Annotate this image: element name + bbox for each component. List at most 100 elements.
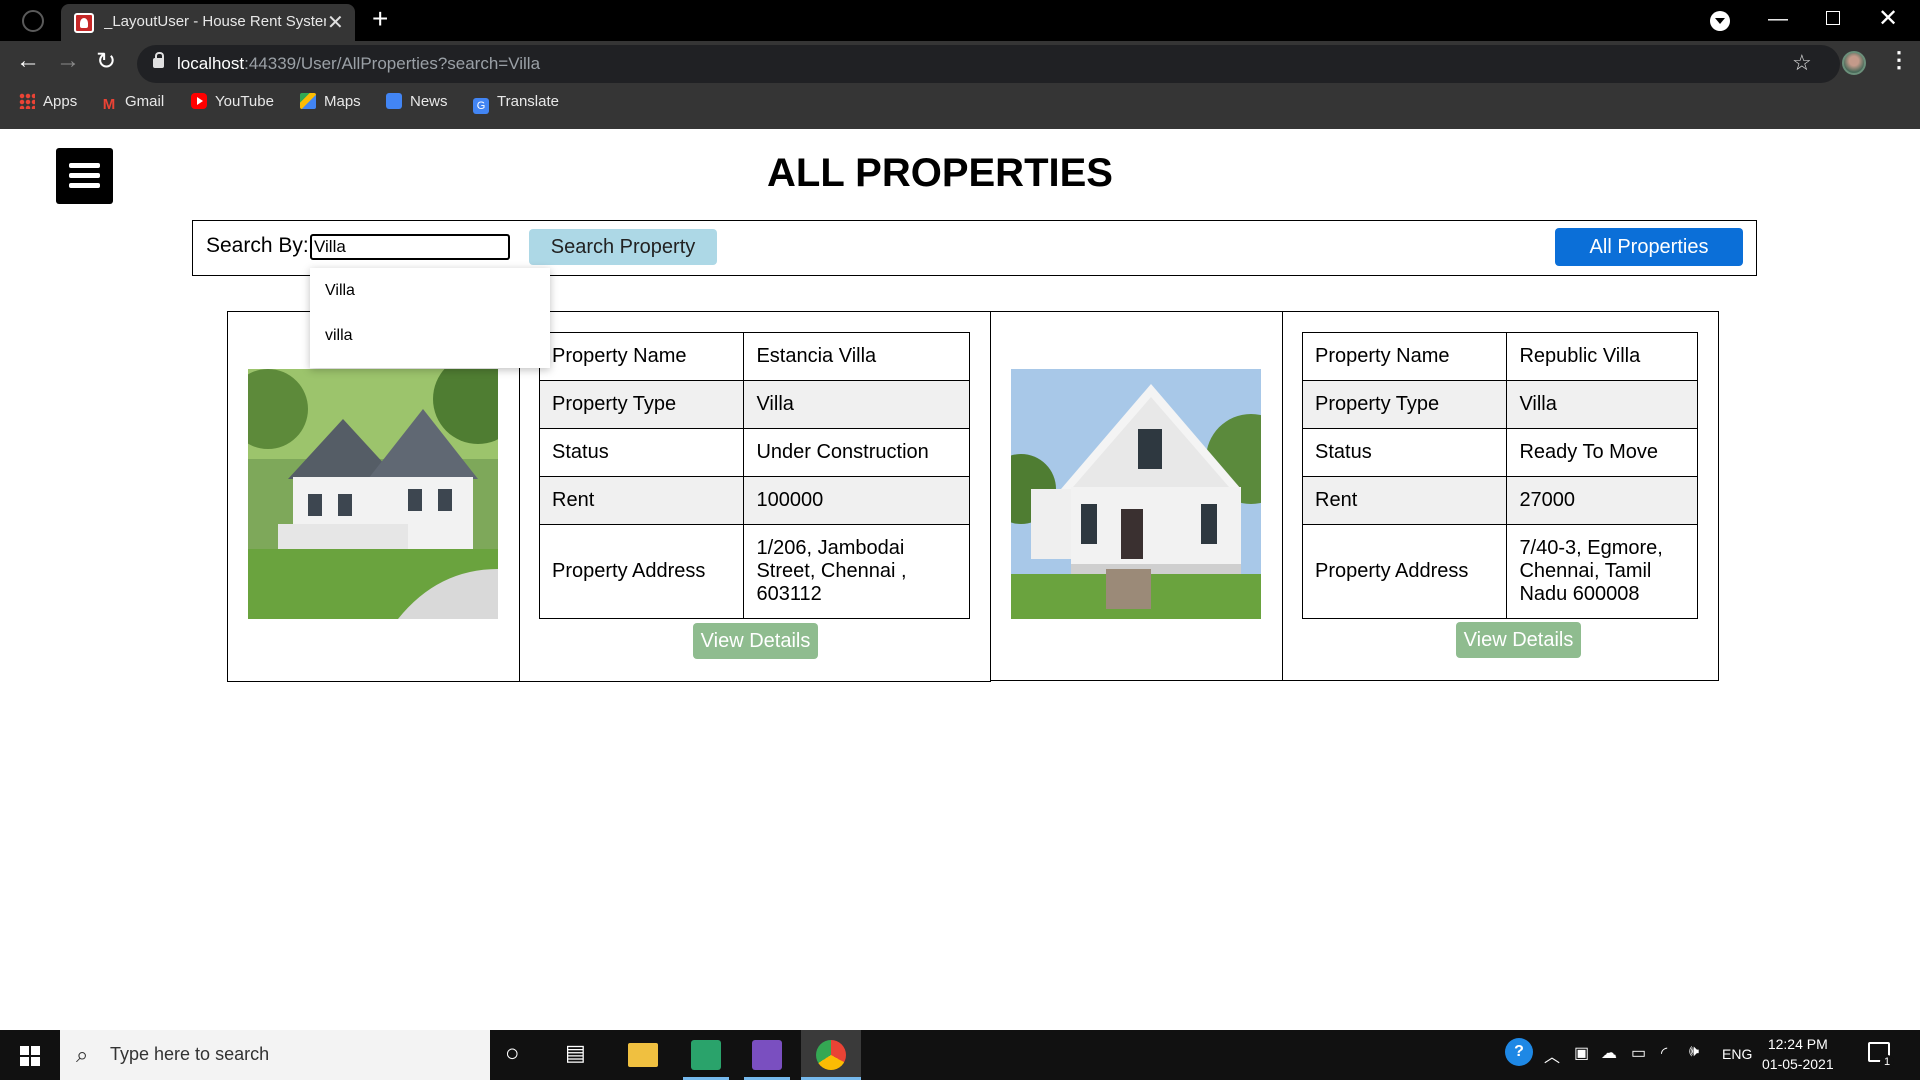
house-favicon-icon: [74, 13, 94, 33]
bookmark-translate[interactable]: G Translate: [473, 93, 559, 114]
table-row: Rent 27000: [1301, 476, 1698, 525]
table-row: Property Name Republic Villa: [1301, 332, 1698, 381]
detail-value: Estancia Villa: [743, 332, 970, 381]
detail-label: Property Name: [1301, 332, 1508, 381]
detail-label: Property Type: [1301, 380, 1508, 429]
bookmark-youtube[interactable]: YouTube: [191, 93, 274, 110]
news-icon: [386, 93, 402, 109]
help-icon[interactable]: ?: [1505, 1038, 1533, 1066]
bookmark-label: News: [410, 93, 448, 110]
back-arrow-icon[interactable]: ←: [16, 47, 40, 75]
taskbar-search-box[interactable]: ⌕ Type here to search: [60, 1030, 490, 1080]
address-bar[interactable]: localhost:44339/User/AllProperties?searc…: [137, 45, 1840, 83]
start-pane: [31, 1046, 40, 1055]
property-photo: [248, 369, 498, 619]
meet-now-icon[interactable]: ▣: [1574, 1043, 1589, 1063]
bookmark-star-icon[interactable]: ☆: [1792, 50, 1812, 76]
restore-icon[interactable]: [1826, 11, 1840, 25]
property-photo: [1011, 369, 1261, 619]
translate-icon: G: [473, 98, 489, 114]
table-row: Property Address 1/206, Jambodai Street, …: [538, 524, 970, 619]
autocomplete-option[interactable]: villa: [325, 327, 353, 345]
apps-grid-icon: [19, 93, 35, 109]
forward-arrow-icon[interactable]: →: [56, 47, 80, 75]
detail-value: Under Construction: [743, 428, 970, 477]
table-row: Status Ready To Move: [1301, 428, 1698, 477]
search-input[interactable]: [310, 234, 510, 260]
browser-tab[interactable]: _LayoutUser - House Rent System ✕: [61, 4, 355, 41]
bookmark-label: Maps: [324, 93, 361, 110]
maps-icon: [300, 93, 316, 109]
bookmark-maps[interactable]: Maps: [300, 93, 361, 110]
taskbar-search-placeholder: Type here to search: [110, 1044, 270, 1064]
table-row: Property Type Villa: [538, 380, 970, 429]
search-property-button[interactable]: Search Property: [529, 229, 717, 265]
table-row: Property Address 7/40-3, Egmore, Chennai,…: [1301, 524, 1698, 619]
all-properties-button[interactable]: All Properties: [1555, 228, 1743, 266]
chrome-icon: [816, 1040, 846, 1070]
minimize-icon[interactable]: —: [1768, 8, 1788, 31]
bookmark-label: Apps: [43, 93, 78, 110]
url-path: :44339/User/AllProperties?search=Villa: [244, 54, 541, 73]
bookmark-gmail[interactable]: M Gmail: [101, 93, 164, 113]
autocomplete-option[interactable]: Villa: [325, 282, 355, 300]
github-icon[interactable]: [22, 10, 44, 32]
view-details-button[interactable]: View Details: [693, 623, 818, 659]
view-details-button[interactable]: View Details: [1456, 622, 1581, 658]
detail-label: Status: [538, 428, 745, 477]
start-pane: [20, 1046, 29, 1055]
detail-value: 27000: [1506, 476, 1698, 525]
detail-label: Rent: [538, 476, 745, 525]
language-indicator[interactable]: ENG: [1722, 1046, 1752, 1062]
table-row: Rent 100000: [538, 476, 970, 525]
table-row: Property Type Villa: [1301, 380, 1698, 429]
property-details-table: Property Name Republic Villa Property Typ…: [1301, 332, 1698, 619]
new-tab-plus-icon[interactable]: +: [372, 3, 388, 35]
page-title: ALL PROPERTIES: [767, 151, 1113, 195]
cs-app-icon[interactable]: [691, 1040, 721, 1070]
detail-label: Property Address: [538, 524, 745, 619]
cortana-icon[interactable]: ○: [505, 1040, 535, 1070]
volume-icon[interactable]: 🕪: [1689, 1043, 1699, 1061]
visual-studio-icon[interactable]: [752, 1040, 782, 1070]
detail-value: Villa: [743, 380, 970, 429]
autocomplete-dropdown: Villa villa: [310, 268, 550, 368]
onedrive-cloud-icon[interactable]: ☁: [1601, 1043, 1617, 1063]
task-view-icon[interactable]: ▤: [565, 1040, 595, 1070]
start-pane: [31, 1057, 40, 1066]
detail-value: Villa: [1506, 380, 1698, 429]
detail-value: Republic Villa: [1506, 332, 1698, 381]
bookmark-label: Translate: [497, 93, 559, 110]
bookmark-news[interactable]: News: [386, 93, 448, 110]
file-explorer-icon[interactable]: [628, 1043, 658, 1067]
url-text[interactable]: localhost:44339/User/AllProperties?searc…: [177, 54, 540, 74]
clock-date: 01-05-2021: [1762, 1056, 1834, 1072]
wifi-icon[interactable]: ◜: [1661, 1043, 1667, 1063]
search-icon: ⌕: [76, 1042, 89, 1067]
search-label: Search By:: [206, 234, 309, 257]
property-details-table: Property Name Estancia Villa Property Typ…: [538, 332, 970, 619]
window-close-icon[interactable]: ✕: [1878, 4, 1898, 33]
windows-start-icon[interactable]: [20, 1046, 40, 1066]
browser-toolbar: ← → ↻ localhost:44339/User/AllProperties…: [0, 41, 1920, 129]
clock-time: 12:24 PM: [1767, 1036, 1828, 1052]
tab-close-icon[interactable]: ✕: [327, 10, 344, 35]
reload-icon[interactable]: ↻: [96, 47, 116, 76]
windows-taskbar: ⌕ Type here to search ○ ▤ ? ︿ ▣ ☁ ▭ ◜ 🕪 …: [0, 1030, 1920, 1080]
detail-value: Ready To Move: [1506, 428, 1698, 477]
bookmark-label: YouTube: [215, 93, 274, 110]
bookmark-apps[interactable]: Apps: [19, 93, 77, 110]
tab-search-dropdown-icon[interactable]: [1710, 11, 1730, 31]
kebab-menu-icon[interactable]: ⋮: [1888, 47, 1910, 73]
detail-label: Property Type: [538, 380, 745, 429]
bookmarks-bar: Apps M Gmail YouTube Maps News G Translate: [0, 89, 1920, 119]
lock-icon[interactable]: [153, 52, 164, 68]
detail-label: Property Address: [1301, 524, 1508, 619]
property-card: Property Name Republic Villa Property Typ…: [990, 311, 1719, 681]
show-hidden-icons-chevron[interactable]: ︿: [1544, 1043, 1560, 1067]
youtube-icon: [191, 93, 207, 109]
battery-icon[interactable]: ▭: [1631, 1043, 1646, 1063]
detail-label: Rent: [1301, 476, 1508, 525]
profile-avatar[interactable]: [1842, 51, 1866, 75]
system-clock[interactable]: 12:24 PM 01-05-2021: [1762, 1034, 1834, 1074]
